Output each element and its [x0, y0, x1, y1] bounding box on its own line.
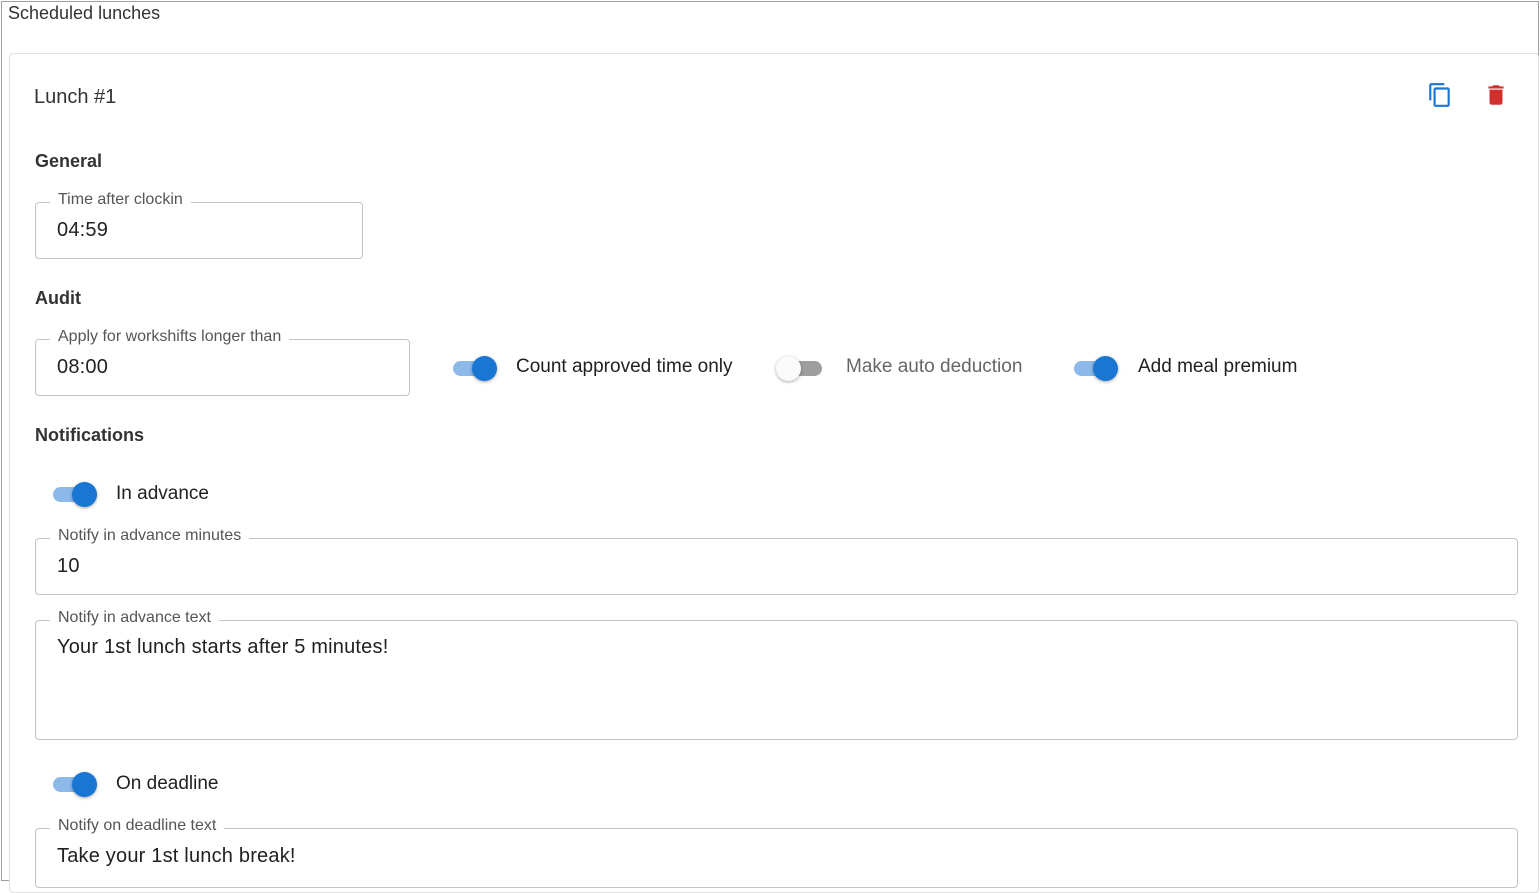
copy-lunch-button[interactable] — [1423, 80, 1457, 114]
delete-lunch-button[interactable] — [1479, 80, 1513, 114]
auto-deduction-toggle[interactable] — [776, 354, 824, 382]
lunch-title: Lunch #1 — [34, 86, 117, 108]
notify-deadline-text-value[interactable]: Take your 1st lunch break! — [57, 845, 296, 868]
notify-advance-text-value[interactable]: Your 1st lunch starts after 5 minutes! — [57, 636, 388, 659]
general-heading: General — [35, 151, 103, 171]
content-copy-icon — [1427, 82, 1453, 113]
count-approved-toggle[interactable] — [451, 354, 499, 382]
on-deadline-label: On deadline — [116, 773, 219, 794]
section-title: Scheduled lunches — [8, 3, 161, 23]
delete-icon — [1483, 82, 1509, 113]
time-after-clockin-label: Time after clockin — [50, 191, 191, 209]
meal-premium-label: Add meal premium — [1138, 356, 1298, 377]
notify-deadline-text-label: Notify on deadline text — [50, 817, 225, 835]
time-after-clockin-field[interactable]: Time after clockin 04:59 — [35, 191, 363, 259]
notify-advance-minutes-value[interactable]: 10 — [57, 555, 80, 578]
in-advance-label: In advance — [116, 483, 209, 504]
auto-deduction-label: Make auto deduction — [846, 356, 1023, 377]
notify-advance-minutes-label: Notify in advance minutes — [50, 527, 250, 545]
lunch-card — [9, 53, 1539, 893]
notify-advance-minutes-field[interactable]: Notify in advance minutes 10 — [35, 527, 1518, 595]
notify-advance-text-label: Notify in advance text — [50, 609, 219, 627]
on-deadline-toggle[interactable] — [51, 770, 99, 798]
in-advance-toggle[interactable] — [51, 480, 99, 508]
apply-longer-than-field[interactable]: Apply for workshifts longer than 08:00 — [35, 328, 410, 396]
apply-longer-than-label: Apply for workshifts longer than — [50, 328, 290, 346]
time-after-clockin-value[interactable]: 04:59 — [57, 219, 108, 242]
notifications-heading: Notifications — [35, 425, 145, 445]
notify-deadline-text-field[interactable]: Notify on deadline text Take your 1st lu… — [35, 817, 1518, 888]
meal-premium-toggle[interactable] — [1072, 354, 1120, 382]
audit-heading: Audit — [35, 288, 81, 308]
apply-longer-than-value[interactable]: 08:00 — [57, 356, 108, 379]
count-approved-label: Count approved time only — [516, 356, 733, 377]
notify-advance-text-field[interactable]: Notify in advance text Your 1st lunch st… — [35, 609, 1518, 740]
